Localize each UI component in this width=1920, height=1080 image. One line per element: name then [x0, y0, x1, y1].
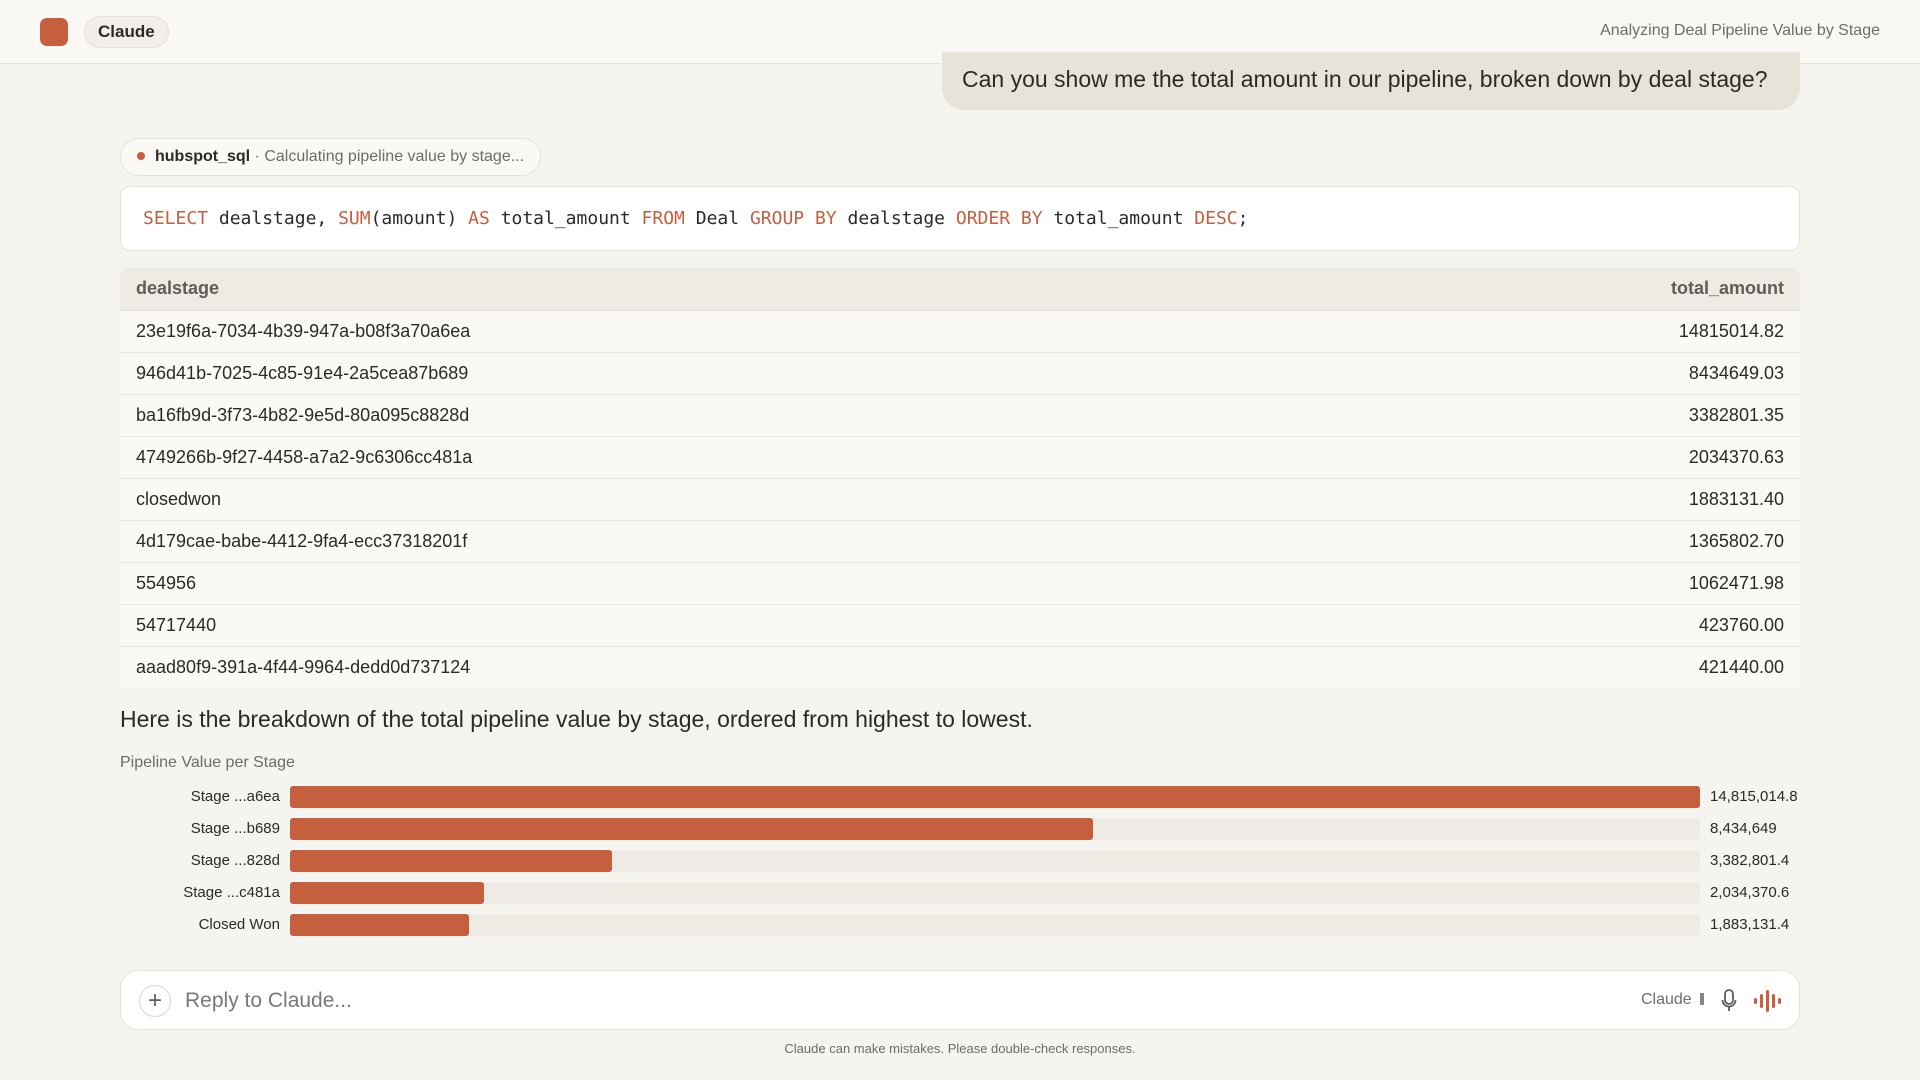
disclaimer-text: Claude can make mistakes. Please double-… [784, 1041, 1136, 1056]
sql-keyword: AS [468, 208, 490, 229]
table-cell-dealstage: ba16fb9d-3f73-4b82-9e5d-80a095c8828d [120, 394, 1326, 437]
sql-text: ; [1237, 208, 1249, 229]
table-cell-dealstage: closedwon [120, 478, 1326, 521]
table-header-row: dealstage total_amount [120, 268, 1800, 311]
reply-input[interactable] [185, 981, 1585, 1021]
model-name-pill[interactable]: Claude [84, 16, 169, 48]
sql-code-block: SELECT dealstage, SUM(amount) AS total_a… [120, 186, 1800, 251]
sql-text: total_amount [489, 208, 642, 229]
sql-keyword: GROUP BY [749, 208, 837, 229]
conversation-title[interactable]: Analyzing Deal Pipeline Value by Stage [1600, 22, 1880, 40]
table-row: 54717440 423760.00 [120, 604, 1800, 647]
table-cell-amount: 421440.00 [1325, 646, 1800, 688]
chart-bar [290, 786, 1700, 808]
table-cell-dealstage: aaad80f9-391a-4f44-9964-dedd0d737124 [120, 646, 1326, 688]
table-cell-amount: 8434649.03 [1325, 352, 1800, 395]
chart-bar [290, 850, 612, 872]
table-cell-amount: 423760.00 [1325, 604, 1800, 647]
table-cell-amount: 14815014.82 [1325, 310, 1800, 353]
claude-logo-icon[interactable] [40, 18, 68, 46]
chart-bar-row: Stage ...a6ea 14,815,014.8 [120, 786, 1800, 808]
microphone-icon[interactable] [1721, 989, 1737, 1013]
chart-bar-track [290, 818, 1700, 840]
table-cell-dealstage: 554956 [120, 562, 1326, 605]
chart-category-label: Stage ...c481a [183, 884, 280, 901]
table-cell-amount: 1365802.70 [1325, 520, 1800, 563]
table-row: 4749266b-9f27-4458-a7a2-9c6306cc481a 2034… [120, 436, 1800, 479]
sql-text: (amount) [370, 208, 469, 229]
chart-value-label: 2,034,370.6 [1710, 884, 1790, 901]
chart-value-label: 3,382,801.4 [1710, 852, 1790, 869]
chart-bar-track [290, 786, 1700, 808]
chart-category-label: Stage ...a6ea [190, 788, 280, 805]
sql-text: Deal [684, 208, 750, 229]
sql-text: total_amount [1042, 208, 1195, 229]
chart-value-label: 8,434,649 [1710, 820, 1777, 837]
voice-waveform-icon[interactable] [1753, 990, 1783, 1012]
sql-keyword: ORDER BY [955, 208, 1043, 229]
chart-bar [290, 818, 1093, 840]
user-message: Can you show me the total amount in our … [942, 52, 1800, 110]
chart-category-label: Stage ...828d [190, 852, 280, 869]
chart-value-label: 1,883,131.4 [1710, 916, 1790, 933]
pipeline-bar-chart: Stage ...a6ea 14,815,014.8 Stage ...b689 8,… [120, 786, 1800, 946]
table-row: closedwon 1883131.40 [120, 478, 1800, 521]
table-row: 4d179cae-babe-4412-9fa4-ecc37318201f 1365… [120, 520, 1800, 563]
table-row: 554956 1062471.98 [120, 562, 1800, 605]
table-cell-dealstage: 4d179cae-babe-4412-9fa4-ecc37318201f [120, 520, 1326, 563]
table-cell-dealstage: 54717440 [120, 604, 1326, 647]
chart-bar [290, 882, 484, 904]
chart-bar-row: Stage ...c481a 2,034,370.6 [120, 882, 1800, 904]
sql-keyword: SELECT [143, 208, 209, 229]
table-row: ba16fb9d-3f73-4b82-9e5d-80a095c8828d 3382… [120, 394, 1800, 437]
tool-name: hubspot_sql [155, 148, 251, 165]
chart-category-label: Stage ...b689 [190, 820, 280, 837]
table-cell-amount: 1883131.40 [1325, 478, 1800, 521]
reply-composer: + Claude [120, 970, 1800, 1030]
column-header-total-amount[interactable]: total_amount [1325, 268, 1800, 311]
table-cell-amount: 2034370.63 [1325, 436, 1800, 479]
chart-bar-row: Closed Won 1,883,131.4 [120, 914, 1800, 936]
table-cell-dealstage: 946d41b-7025-4c85-91e4-2a5cea87b689 [120, 352, 1326, 395]
table-cell-dealstage: 23e19f6a-7034-4b39-947a-b08f3a70a6ea [120, 310, 1326, 353]
tool-call-chip[interactable]: hubspot_sql · Calculating pipeline value… [120, 138, 542, 176]
table-cell-amount: 1062471.98 [1325, 562, 1800, 605]
chart-bar-row: Stage ...828d 3,382,801.4 [120, 850, 1800, 872]
table-cell-dealstage: 4749266b-9f27-4458-a7a2-9c6306cc481a [120, 436, 1326, 479]
chart-category-label: Closed Won [198, 916, 280, 933]
plus-icon[interactable]: + [139, 985, 171, 1017]
chart-bar-track [290, 882, 1700, 904]
tool-status: · Calculating pipeline value by stage... [250, 148, 525, 165]
chart-title: Pipeline Value per Stage [120, 754, 295, 771]
sql-keyword: SUM [338, 208, 371, 229]
table-row: aaad80f9-391a-4f44-9964-dedd0d737124 4214… [120, 646, 1800, 688]
assistant-message: Here is the breakdown of the total pipel… [120, 706, 1033, 732]
model-selector[interactable]: Claude [1641, 991, 1704, 1009]
chart-bar-row: Stage ...b689 8,434,649 [120, 818, 1800, 840]
chart-value-label: 14,815,014.8 [1710, 788, 1798, 805]
column-header-dealstage[interactable]: dealstage [120, 268, 1326, 311]
model-caret-icon [1699, 993, 1704, 1005]
chart-bar-track [290, 914, 1700, 936]
sql-keyword: DESC [1194, 208, 1238, 229]
sql-keyword: FROM [641, 208, 685, 229]
sql-text: dealstage, [208, 208, 339, 229]
query-result-table: dealstage total_amount 23e19f6a-7034-4b3… [120, 268, 1800, 688]
model-selector-label: Claude [1641, 991, 1692, 1008]
chart-bar [290, 914, 470, 936]
table-cell-amount: 3382801.35 [1325, 394, 1800, 437]
status-dot-icon [137, 152, 145, 160]
sql-text: dealstage [836, 208, 956, 229]
chart-bar-track [290, 850, 1700, 872]
table-row: 23e19f6a-7034-4b39-947a-b08f3a70a6ea 1481… [120, 310, 1800, 353]
table-row: 946d41b-7025-4c85-91e4-2a5cea87b689 84346… [120, 352, 1800, 395]
